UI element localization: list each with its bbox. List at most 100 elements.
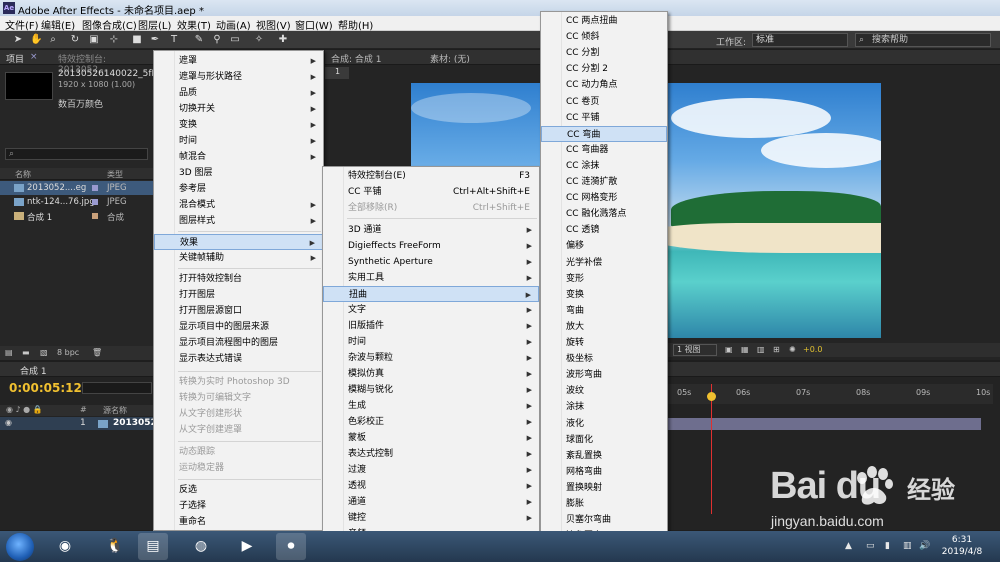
layer-menu-item[interactable]: 3D 图层 [154, 165, 323, 181]
layer-menu-item[interactable]: 显示表达式错误 [154, 351, 323, 367]
effect-menu-item[interactable]: 文字 ▶ [323, 302, 539, 318]
zoom-tool-icon[interactable]: ⌕ [47, 34, 59, 46]
effect-menu-item[interactable]: 键控 ▶ [323, 510, 539, 526]
effect-menu-item[interactable]: 特效控制台(E) F3 [323, 168, 539, 184]
distort-menu-item[interactable]: 涂抹 [541, 399, 667, 415]
type-tool-icon[interactable]: T [168, 34, 180, 46]
menu-animation[interactable]: 动画(A) [216, 17, 251, 32]
tab-close-icon[interactable]: × [30, 52, 38, 62]
effect-menu-item[interactable]: CC 平铺 Ctrl+Alt+Shift+E [323, 184, 539, 200]
tab-project[interactable]: 项目 [6, 52, 24, 65]
distort-menu-item[interactable]: 极坐标 [541, 351, 667, 367]
layer-menu-item[interactable]: 帧混合 ▶ [154, 149, 323, 165]
tray-expand-icon[interactable]: ▲ [845, 541, 852, 551]
distort-menu-item[interactable]: CC 分割 [541, 45, 667, 61]
battery-icon[interactable]: ▮ [885, 541, 890, 551]
distort-menu-item[interactable]: CC 倾斜 [541, 29, 667, 45]
help-search-input[interactable]: ⌕ 搜索帮助 [855, 33, 991, 47]
tab-footage[interactable]: 素材: (无) [430, 52, 470, 65]
camera-tool-icon[interactable]: ▣ [88, 34, 100, 46]
column-name[interactable]: 名称 [15, 169, 31, 180]
bit-depth-label[interactable]: 8 bpc [57, 348, 79, 357]
effect-menu-item[interactable]: 生成 ▶ [323, 398, 539, 414]
rectangle-tool-icon[interactable]: ■ [131, 34, 143, 46]
effect-menu-item[interactable]: 3D 通道 ▶ [323, 222, 539, 238]
distort-menu-item[interactable]: 球面化 [541, 432, 667, 448]
selection-tool-icon[interactable]: ➤ [12, 34, 24, 46]
start-button[interactable] [6, 533, 34, 561]
timeline-icon[interactable]: ▥ [757, 345, 765, 354]
system-clock[interactable]: 6:31 2019/4/8 [932, 534, 992, 558]
network-icon[interactable]: ▥ [903, 541, 912, 551]
distort-menu-item[interactable]: 弯曲 [541, 303, 667, 319]
distort-menu-item[interactable]: CC 弯曲器 [541, 142, 667, 158]
toggle-pixel-aspect-icon[interactable]: ▣ [725, 345, 733, 354]
menu-edit[interactable]: 编辑(E) [41, 17, 75, 32]
layer-menu-item[interactable]: 打开图层 [154, 287, 323, 303]
effect-menu-item[interactable]: 蒙板 ▶ [323, 430, 539, 446]
distort-menu-item[interactable]: 光学补偿 [541, 255, 667, 271]
effect-menu-item[interactable]: 色彩校正 ▶ [323, 414, 539, 430]
effect-menu-item[interactable]: 时间 ▶ [323, 334, 539, 350]
distort-menu-item[interactable]: CC 透镜 [541, 222, 667, 238]
playhead-handle[interactable] [707, 392, 716, 401]
menu-file[interactable]: 文件(F) [5, 17, 39, 32]
layer-menu-item[interactable]: 切换开关 ▶ [154, 101, 323, 117]
layer-menu-item[interactable]: 时间 ▶ [154, 133, 323, 149]
clone-stamp-tool-icon[interactable]: ⚲ [211, 34, 223, 46]
qq-icon[interactable]: 🐧 [100, 533, 130, 560]
distort-menu-item[interactable]: CC 网格变形 [541, 190, 667, 206]
project-search-input[interactable]: ⌕ [5, 148, 148, 160]
menu-window[interactable]: 窗口(W) [295, 17, 333, 32]
distort-menu-item[interactable]: 贝塞尔弯曲 [541, 512, 667, 528]
current-timecode[interactable]: 0:00:05:12 [9, 381, 82, 395]
layer-menu-item[interactable]: 遮罩 ▶ [154, 53, 323, 69]
puppet-pin-tool-icon[interactable]: ✚ [277, 34, 289, 46]
trash-icon[interactable]: 🗑 [92, 348, 102, 357]
menu-help[interactable]: 帮助(H) [338, 17, 373, 32]
menu-layer[interactable]: 图层(L) [138, 17, 171, 32]
distort-menu-item[interactable]: 置换映射 [541, 480, 667, 496]
distort-menu-item[interactable]: 变换 [541, 287, 667, 303]
tab-timeline-comp[interactable]: 合成 1 [20, 364, 47, 377]
rotate-tool-icon[interactable]: ↻ [69, 34, 81, 46]
layer-menu-item[interactable]: 变换 ▶ [154, 117, 323, 133]
effect-menu-item[interactable]: 杂波与颗粒 ▶ [323, 350, 539, 366]
timeline-layer-row[interactable]: ◉ 1 2013052 [0, 417, 160, 430]
menu-view[interactable]: 视图(V) [256, 17, 291, 32]
layer-menu-item[interactable]: 品质 ▶ [154, 85, 323, 101]
effect-menu-item[interactable]: 实用工具 ▶ [323, 270, 539, 286]
distort-menu-item[interactable]: 波纹 [541, 383, 667, 399]
effect-menu-item[interactable]: 通道 ▶ [323, 494, 539, 510]
file-explorer-icon[interactable]: ▤ [138, 533, 168, 560]
media-app-icon[interactable]: ▶ [232, 533, 262, 560]
tab-composition[interactable]: 合成: 合成 1 [331, 52, 381, 65]
layer-menu-item[interactable]: 参考层 [154, 181, 323, 197]
new-folder-icon[interactable]: ▬ [22, 348, 30, 357]
distort-menu-item[interactable]: CC 卷页 [541, 94, 667, 110]
effect-menu-item[interactable]: 过渡 ▶ [323, 462, 539, 478]
effect-menu-item[interactable]: 扭曲 ▶ [323, 286, 539, 302]
layer-menu-item[interactable]: 效果 ▶ [154, 234, 323, 250]
layer-menu-item[interactable]: 反选 [154, 482, 323, 498]
taskbar-app-icon[interactable]: ◉ [50, 533, 80, 560]
distort-menu-item[interactable]: 波形弯曲 [541, 367, 667, 383]
effect-menu-item[interactable]: 旧版插件 ▶ [323, 318, 539, 334]
distort-menu-item[interactable]: CC 平铺 [541, 110, 667, 126]
distort-menu-item[interactable]: 紊乱置换 [541, 448, 667, 464]
layer-menu-item[interactable]: 混合模式 ▶ [154, 197, 323, 213]
pan-behind-tool-icon[interactable]: ⊹ [108, 34, 120, 46]
timeline-search-input[interactable] [82, 382, 152, 394]
effect-menu-item[interactable]: 透视 ▶ [323, 478, 539, 494]
tray-device-icon[interactable]: ▭ [866, 541, 875, 551]
brush-tool-icon[interactable]: ✎ [193, 34, 205, 46]
menu-composition[interactable]: 图像合成(C) [82, 17, 137, 32]
distort-menu-item[interactable]: 变形 [541, 271, 667, 287]
workspace-select[interactable]: 标准 [752, 33, 848, 47]
layer-menu-item[interactable]: 显示项目中的图层来源 [154, 319, 323, 335]
distort-menu-item[interactable]: 膨胀 [541, 496, 667, 512]
layer-menu-item[interactable]: 打开特效控制台 [154, 271, 323, 287]
firefox-icon[interactable]: ◍ [186, 533, 216, 560]
effect-menu-item[interactable]: 表达式控制 ▶ [323, 446, 539, 462]
view-layout-select[interactable]: 1 视图 [673, 344, 717, 356]
